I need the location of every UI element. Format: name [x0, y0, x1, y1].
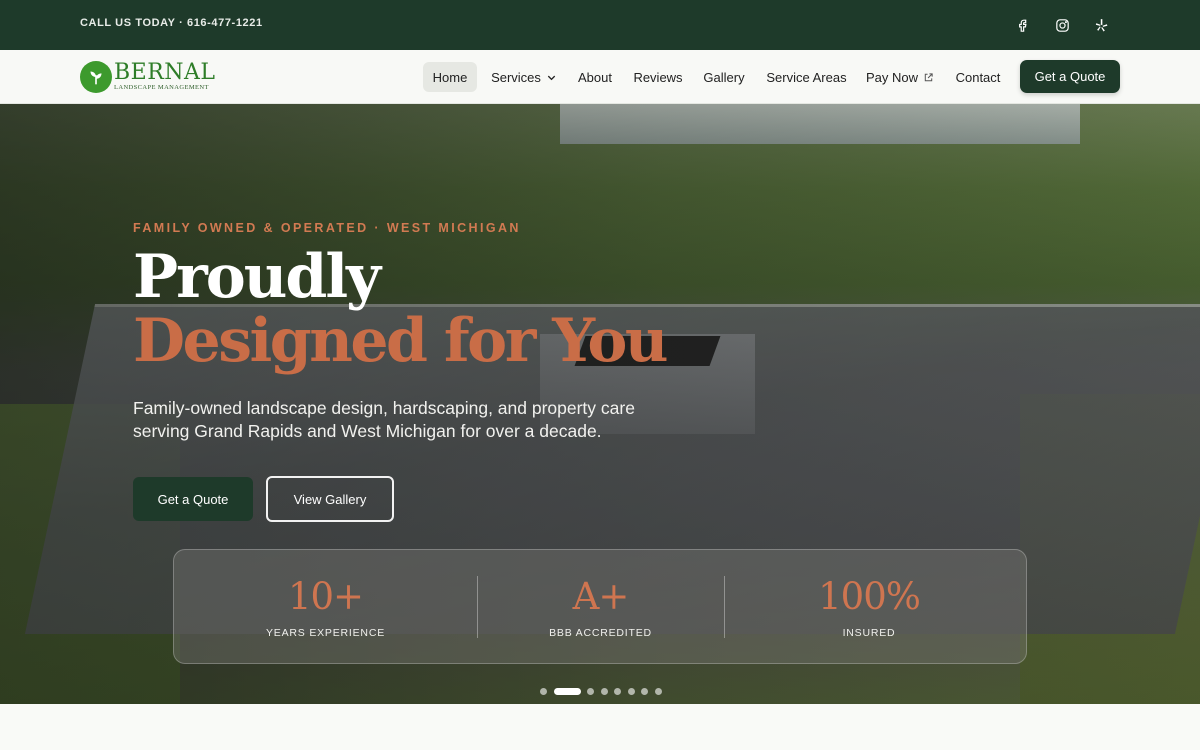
logo-tagline: LANDSCAPE MANAGEMENT	[114, 84, 209, 92]
carousel-dot-4[interactable]	[600, 687, 608, 695]
instagram-icon[interactable]	[1050, 13, 1074, 37]
carousel-dot-7[interactable]	[641, 687, 648, 695]
stat-bbb: A+ BBB ACCREDITED	[477, 550, 724, 665]
nav-gallery-label: Gallery	[703, 69, 745, 85]
hero-description: Family-owned landscape design, hardscapi…	[133, 398, 635, 441]
top-bar: CALL US TODAY · 616-477-1221	[0, 0, 1200, 50]
carousel-dot-6[interactable]	[627, 687, 635, 695]
nav-service-areas-label: Service Areas	[766, 69, 847, 85]
nav-gallery[interactable]: Gallery	[698, 62, 750, 92]
stat-bbb-label: BBB ACCREDITED	[549, 627, 652, 639]
carousel-dot-8[interactable]	[654, 687, 662, 695]
external-link-icon	[923, 72, 934, 83]
get-a-quote-nav-button[interactable]: Get a Quote	[1020, 60, 1120, 93]
logo-wordmark: BERNAL	[114, 60, 216, 86]
stat-years-value: 10+	[287, 575, 364, 618]
nav-service-areas[interactable]: Service Areas	[760, 62, 853, 92]
nav-about[interactable]: About	[572, 62, 618, 92]
hero-eyebrow: FAMILY OWNED & OPERATED · WEST MICHIGAN	[133, 221, 521, 235]
stat-insured-label: INSURED	[842, 627, 896, 639]
nav-services-label: Services	[491, 69, 541, 85]
stats-panel: 10+ YEARS EXPERIENCE A+ BBB ACCREDITED 1…	[173, 549, 1027, 664]
nav-pay-now[interactable]: Pay Now	[862, 62, 938, 92]
logo[interactable]: BERNAL LANDSCAPE MANAGEMENT	[80, 60, 216, 94]
stat-insured-value: 100%	[818, 575, 921, 618]
hero-section: FAMILY OWNED & OPERATED · WEST MICHIGAN …	[0, 104, 1200, 704]
nav-pay-now-label: Pay Now	[865, 69, 919, 85]
nav-home[interactable]: Home	[423, 62, 477, 92]
nav-reviews-label: Reviews	[633, 69, 683, 85]
nav-reviews[interactable]: Reviews	[628, 62, 688, 92]
view-gallery-button[interactable]: View Gallery	[266, 476, 394, 522]
chevron-down-icon	[546, 72, 557, 83]
yelp-icon[interactable]	[1089, 13, 1113, 37]
stat-insured: 100% INSURED	[724, 550, 1014, 665]
facebook-icon[interactable]	[1010, 13, 1034, 37]
stat-years: 10+ YEARS EXPERIENCE	[174, 550, 477, 665]
leaf-icon	[80, 61, 112, 93]
nav-services[interactable]: Services	[484, 62, 564, 92]
nav-about-label: About	[578, 69, 612, 85]
stat-years-label: YEARS EXPERIENCE	[266, 627, 385, 639]
nav-contact-label: Contact	[955, 69, 1001, 85]
nav-home-label: Home	[432, 69, 468, 85]
hero-title-line1: Proudly	[133, 242, 381, 312]
get-a-quote-button[interactable]: Get a Quote	[133, 477, 253, 521]
carousel-dot-1[interactable]	[540, 687, 547, 695]
carousel-dots	[540, 687, 668, 695]
carousel-dot-2[interactable]	[553, 687, 581, 695]
stat-bbb-value: A+	[572, 575, 630, 618]
nav-contact[interactable]: Contact	[949, 62, 1007, 92]
phone-number[interactable]: CALL US TODAY · 616-477-1221	[80, 17, 263, 29]
carousel-dot-3[interactable]	[587, 687, 594, 695]
hero-title-line2: Designed for You	[133, 306, 668, 376]
next-section	[0, 704, 1200, 750]
carousel-dot-5[interactable]	[614, 687, 621, 695]
